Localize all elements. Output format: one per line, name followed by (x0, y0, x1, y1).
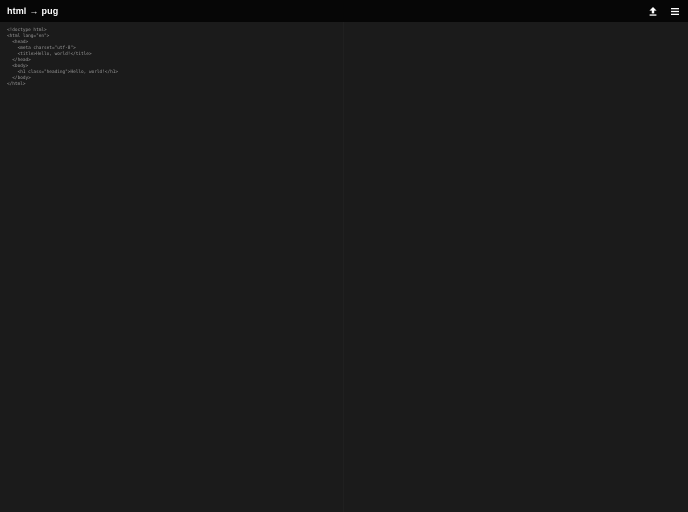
top-bar: html → pug (0, 0, 688, 22)
app-window: html → pug <!doctype html> <html lang="en"… (0, 0, 688, 512)
header-actions (647, 6, 680, 17)
title-source-language: html (7, 6, 27, 16)
hamburger-menu-icon (670, 7, 679, 15)
workspace: <!doctype html> <html lang="en"> <head> … (0, 22, 688, 512)
title-target-language: pug (41, 6, 59, 16)
app-title: html → pug (7, 6, 58, 16)
html-editor-pane: <!doctype html> <html lang="en"> <head> … (0, 22, 344, 512)
upload-icon (648, 6, 657, 16)
html-code-input[interactable]: <!doctype html> <html lang="en"> <head> … (7, 28, 336, 506)
pug-output-pane[interactable] (344, 22, 688, 512)
title-arrow: → (29, 6, 39, 16)
upload-button[interactable] (647, 6, 658, 17)
menu-button[interactable] (669, 6, 680, 17)
